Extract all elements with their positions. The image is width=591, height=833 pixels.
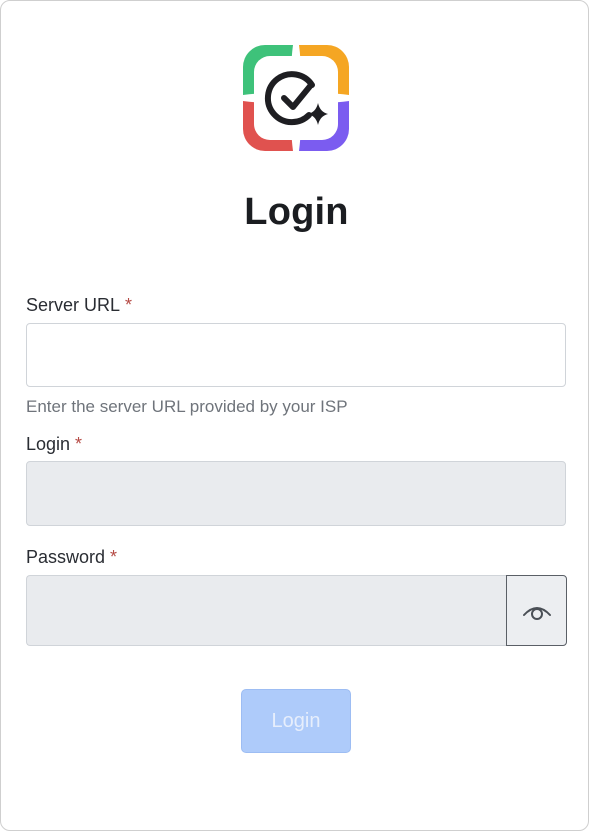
login-label: Login *: [26, 434, 82, 455]
eye-icon: [522, 606, 551, 620]
app-logo: [243, 45, 349, 151]
password-label-text: Password: [26, 547, 106, 567]
server-url-helper: Enter the server URL provided by your IS…: [26, 397, 348, 416]
required-mark: *: [125, 295, 133, 315]
server-url-label: Server URL *: [26, 295, 132, 316]
login-card: Login Server URL * Enter the server URL p…: [0, 0, 589, 831]
password-field-group: [26, 575, 567, 646]
required-mark: *: [75, 434, 83, 454]
server-url-label-text: Server URL: [26, 295, 121, 315]
server-url-input[interactable]: [26, 323, 566, 387]
toggle-password-visibility-button[interactable]: [506, 575, 567, 646]
required-mark: *: [110, 547, 118, 567]
login-button[interactable]: Login: [241, 689, 351, 753]
login-label-text: Login: [26, 434, 71, 454]
password-label: Password *: [26, 547, 117, 568]
password-input[interactable]: [26, 575, 507, 646]
page-title: Login: [244, 191, 349, 233]
login-input[interactable]: [26, 461, 566, 526]
